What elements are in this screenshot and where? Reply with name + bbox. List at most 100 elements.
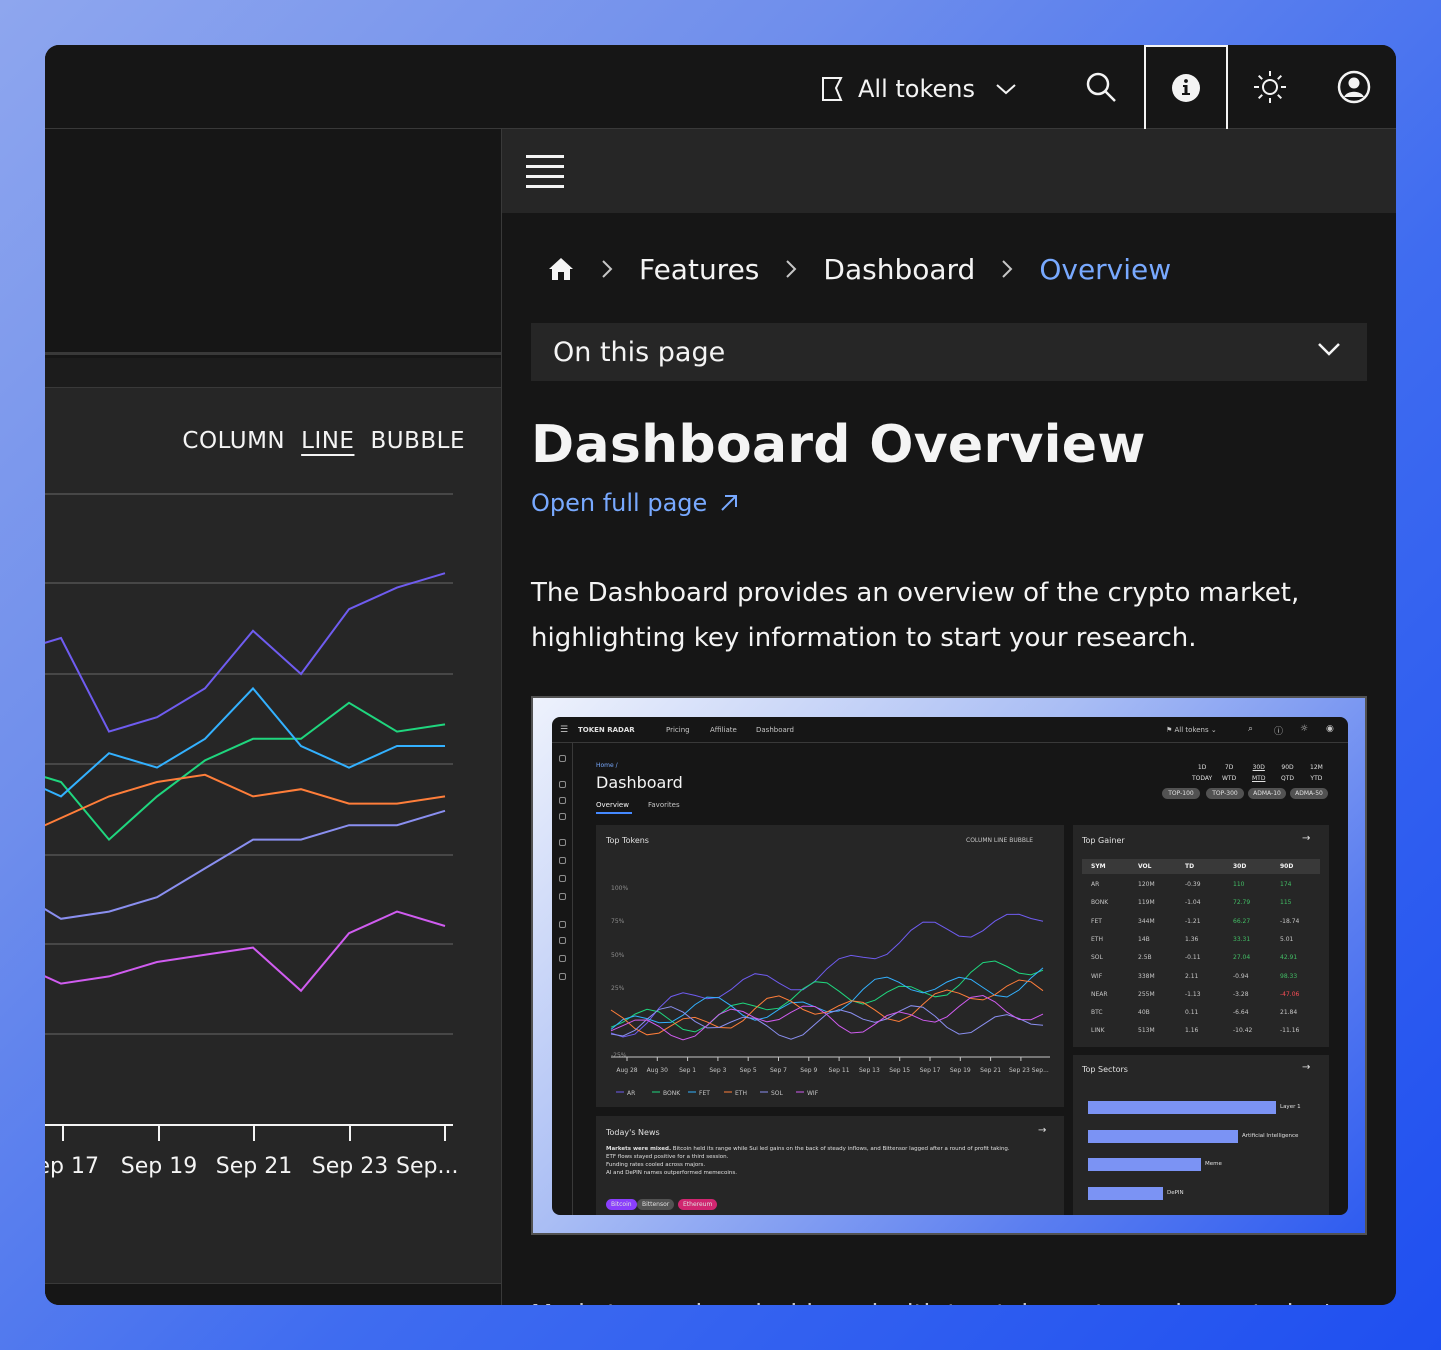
mini-sidebar-icon <box>559 921 566 928</box>
mini-table-cell: 119M <box>1138 899 1155 907</box>
mini-info-icon: ⓘ <box>1274 727 1284 737</box>
mini-filter-pill: TOP-100 <box>1162 788 1200 799</box>
mini-nav-pricing: Pricing <box>666 726 690 734</box>
mini-sector-label: DePIN <box>1167 1189 1184 1196</box>
mini-filter-pill: TOP-300 <box>1206 788 1244 799</box>
background-header-area <box>45 129 501 355</box>
mini-sidebar-icon <box>559 937 566 944</box>
mini-table-cell: 110 <box>1233 881 1245 888</box>
series-line <box>45 809 446 920</box>
x-tick-label: Sep 19 <box>121 1154 197 1179</box>
mini-sector-bar <box>1088 1101 1276 1114</box>
mini-table-header: SYM <box>1091 863 1106 870</box>
mini-table-cell: 98.33 <box>1280 972 1298 980</box>
chart-toggle-column[interactable]: COLUMN <box>182 428 285 454</box>
series-line <box>45 910 446 993</box>
mini-table-cell: 5.01 <box>1280 935 1294 943</box>
mini-arrow-right-icon: → <box>1038 1125 1047 1136</box>
breadcrumb: Features Dashboard Overview <box>547 249 1171 289</box>
description: The Dashboard provides an overview of th… <box>531 578 1300 653</box>
mini-table-cell: 66.27 <box>1233 917 1251 925</box>
mini-tab-favorites: Favorites <box>648 801 680 809</box>
mini-table-cell: 1.16 <box>1185 1027 1199 1035</box>
mini-x-tick-label: Sep 21 <box>980 1067 1001 1074</box>
screenshot-dashboard: ☰ TOKEN RADAR Pricing Affiliate Dashboar… <box>552 717 1348 1215</box>
mini-x-tick-label: Sep 9 <box>800 1067 817 1074</box>
mini-period-option: 1D TODAY <box>1192 764 1213 782</box>
hamburger-icon <box>526 155 564 158</box>
mini-table-cell: -1.13 <box>1185 990 1201 998</box>
mini-table-cell: BTC <box>1091 1009 1103 1017</box>
mini-table-cell: 1.36 <box>1185 935 1199 943</box>
mini-legend-label: WIF <box>807 1090 819 1097</box>
mini-table-cell: 40B <box>1138 1009 1150 1017</box>
home-icon[interactable] <box>547 256 575 282</box>
mini-table-cell: -6.64 <box>1233 1009 1249 1017</box>
breadcrumb-current[interactable]: Overview <box>1039 253 1171 286</box>
mini-table-cell: 115 <box>1280 899 1292 907</box>
chevron-down-icon <box>996 84 1016 95</box>
info-button[interactable] <box>1144 45 1228 129</box>
mini-sidebar-icon <box>559 755 566 762</box>
mini-sector-label: Meme <box>1205 1161 1222 1167</box>
mini-table-header: VOL <box>1138 863 1152 870</box>
dashboard-screenshot: ☰ TOKEN RADAR Pricing Affiliate Dashboar… <box>531 696 1367 1235</box>
mini-period-option: 7D WTD <box>1222 764 1237 782</box>
mini-user-icon: ◉ <box>1326 724 1334 734</box>
mini-table-cell: 513M <box>1138 1027 1155 1035</box>
panel-header <box>502 129 1396 213</box>
search-button[interactable] <box>1059 45 1143 129</box>
mini-x-tick-label: Aug 30 <box>647 1067 668 1074</box>
flag-icon <box>822 77 843 101</box>
mini-legend-label: SOL <box>771 1090 784 1097</box>
mini-sun-icon: ☼ <box>1300 724 1309 734</box>
chart-toggle-bubble[interactable]: BUBBLE <box>370 428 465 454</box>
mini-x-tick-label: Sep 17 <box>920 1067 941 1074</box>
mini-table-cell: 255M <box>1138 990 1155 998</box>
mini-sectors-title: Top Sectors <box>1082 1065 1128 1074</box>
open-full-page-label: Open full page <box>531 489 708 517</box>
mini-table-cell: -18.74 <box>1280 917 1300 925</box>
mini-brand: TOKEN RADAR <box>578 726 635 734</box>
mini-x-tick-label: Sep 7 <box>770 1067 787 1074</box>
mini-table-cell: AR <box>1091 881 1100 888</box>
mini-series-line <box>610 913 1044 1038</box>
account-button[interactable] <box>1312 45 1396 129</box>
mini-sidebar-icon <box>559 973 566 980</box>
mini-x-tick-label: Sep 13 <box>859 1067 880 1074</box>
mini-table-cell: -0.11 <box>1185 954 1201 962</box>
chart-toggle-line[interactable]: LINE <box>301 428 354 454</box>
mini-sidebar-icon <box>559 797 566 804</box>
hamburger-icon-bar <box>526 175 564 178</box>
arrow-up-right-icon <box>721 495 738 511</box>
background-footer <box>45 1283 501 1305</box>
menu-button[interactable] <box>526 155 564 189</box>
mini-arrow-right-icon: → <box>1302 833 1311 844</box>
mini-nav-affiliate: Affiliate <box>710 726 737 734</box>
top-tokens-chart-card: ep 17 Sep 19 Sep 21 Sep 23 Sep... COLUMN LIN… <box>45 388 501 1283</box>
top-bar: All tokens <box>45 45 1396 129</box>
mini-table-cell: 344M <box>1138 917 1155 925</box>
mini-y-tick-label: 25% <box>611 985 625 992</box>
mini-sector-bar <box>1088 1129 1238 1143</box>
info-icon <box>1172 74 1200 102</box>
mini-sector-label: Layer 1 <box>1280 1104 1301 1110</box>
breadcrumb-features[interactable]: Features <box>639 253 759 286</box>
breadcrumb-dashboard[interactable]: Dashboard <box>823 253 975 286</box>
background-dashboard: ep 17 Sep 19 Sep 21 Sep 23 Sep... COLUMN LIN… <box>45 129 501 1305</box>
open-full-page-link[interactable]: Open full page <box>531 489 739 517</box>
info-panel: Features Dashboard Overview On this page… <box>501 129 1396 1305</box>
on-this-page-dropdown[interactable]: On this page <box>531 323 1367 381</box>
mini-sidebar-icon <box>559 893 566 900</box>
mini-table-cell: 72.79 <box>1233 899 1251 907</box>
mini-x-tick-label: Sep 1 <box>679 1067 696 1074</box>
mini-table-cell: -3.28 <box>1233 990 1249 998</box>
token-selector[interactable]: All tokens <box>820 69 1017 109</box>
mini-table-cell: 2.11 <box>1185 972 1199 980</box>
chart-type-toggle: COLUMN LINE BUBBLE <box>182 428 465 454</box>
mini-series-line <box>610 967 1044 1030</box>
chevron-right-icon <box>1001 259 1013 279</box>
mini-news-title: Today's News <box>606 1128 660 1137</box>
theme-toggle-button[interactable] <box>1228 45 1312 129</box>
mini-arrow-right-icon: → <box>1302 1062 1311 1073</box>
